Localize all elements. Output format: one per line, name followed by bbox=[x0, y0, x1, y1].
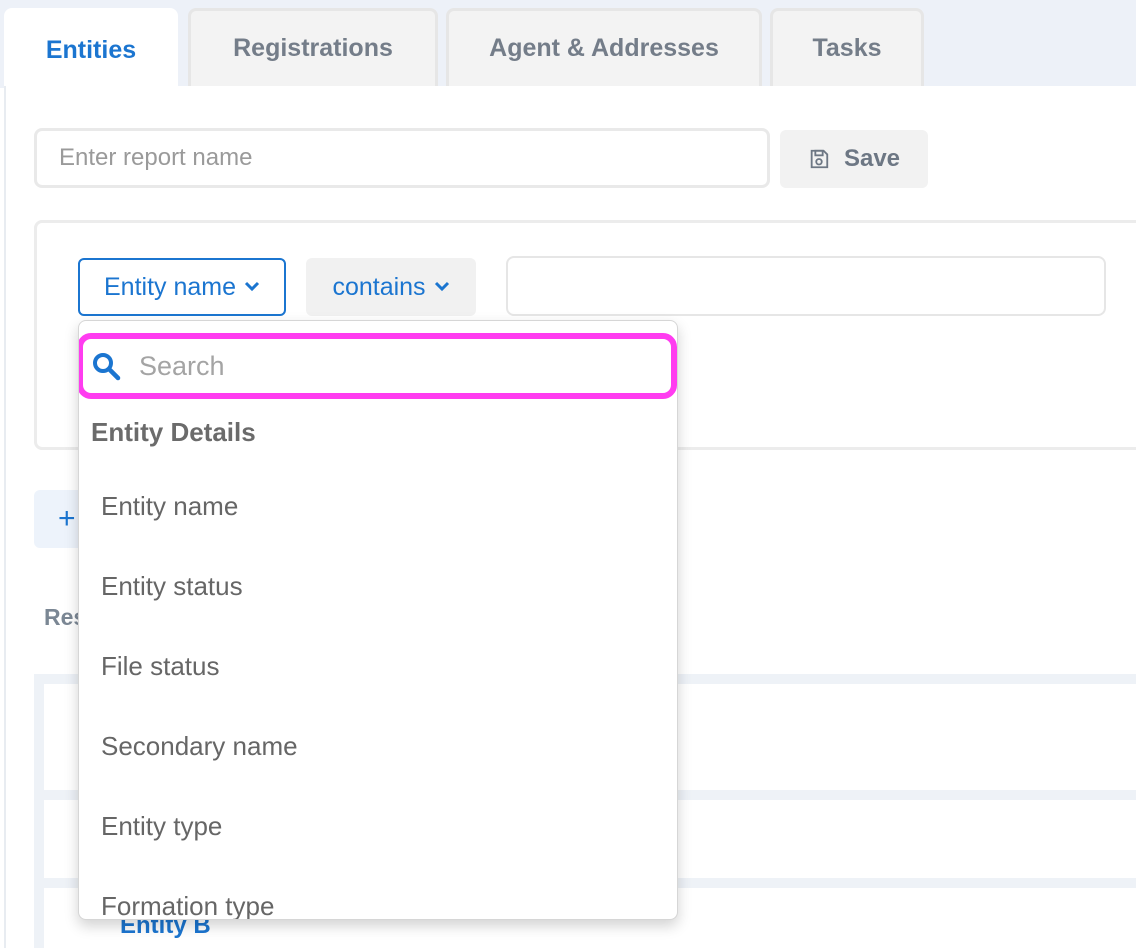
save-button[interactable]: Save bbox=[780, 130, 928, 188]
chevron-down-icon bbox=[244, 281, 260, 292]
plus-icon: + bbox=[58, 502, 76, 535]
filter-value-input[interactable] bbox=[506, 256, 1106, 316]
report-name-input[interactable] bbox=[34, 128, 770, 188]
tab-label: Tasks bbox=[812, 34, 882, 62]
dropdown-item-entity-name[interactable]: Entity name bbox=[101, 491, 238, 522]
report-builder-page: Entities Registrations Agent & Addresses… bbox=[0, 0, 1136, 948]
dropdown-item-file-status[interactable]: File status bbox=[101, 651, 220, 682]
tabs-bar: Entities Registrations Agent & Addresses… bbox=[0, 0, 1136, 90]
dropdown-search[interactable] bbox=[79, 333, 677, 399]
save-label: Save bbox=[843, 145, 901, 172]
operator-select-value: contains bbox=[332, 272, 426, 301]
chevron-down-icon bbox=[434, 281, 449, 292]
tab-label: Agent & Addresses bbox=[489, 34, 719, 62]
tab-label: Registrations bbox=[233, 34, 393, 62]
magnifier-icon bbox=[93, 353, 121, 381]
floppy-disk-icon bbox=[810, 149, 829, 169]
field-select-value: Entity name bbox=[103, 272, 236, 301]
dropdown-item-entity-type[interactable]: Entity type bbox=[101, 811, 222, 842]
tab-registrations[interactable]: Registrations bbox=[188, 8, 438, 86]
dropdown-item-secondary-name[interactable]: Secondary name bbox=[101, 731, 298, 762]
operator-select[interactable]: contains bbox=[306, 258, 476, 316]
tab-tasks[interactable]: Tasks bbox=[770, 8, 924, 86]
tab-agent-addresses[interactable]: Agent & Addresses bbox=[446, 8, 762, 86]
dropdown-item-entity-status[interactable]: Entity status bbox=[101, 571, 243, 602]
field-select[interactable]: Entity name bbox=[78, 258, 286, 316]
dropdown-item-formation-type[interactable]: Formation type bbox=[101, 891, 274, 919]
group-heading: Entity Details bbox=[91, 417, 256, 447]
tab-entities[interactable]: Entities bbox=[4, 8, 178, 90]
field-dropdown: Entity Details Entity name Entity status… bbox=[78, 320, 678, 920]
dropdown-search-input[interactable] bbox=[137, 349, 621, 383]
tab-label: Entities bbox=[45, 36, 137, 64]
